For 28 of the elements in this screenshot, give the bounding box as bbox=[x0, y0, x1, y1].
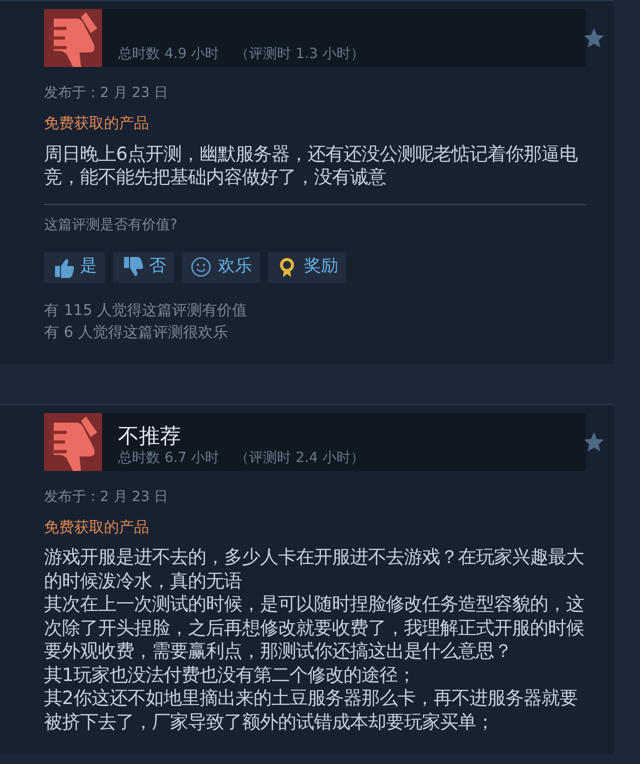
thumbs-down-icon bbox=[44, 412, 102, 470]
free-product-label: 免费获取的产品 bbox=[44, 516, 150, 538]
free-product-label: 免费获取的产品 bbox=[44, 113, 150, 134]
thumbs-up-icon bbox=[52, 256, 74, 278]
funny-button[interactable]: 欢乐 bbox=[182, 252, 260, 282]
review-text: 其2你这还不如地里摘出来的土豆服务器那么卡，再不进服务器就要被挤下去了，厂家导致了额外的试错成本却要玩家买单； bbox=[44, 687, 579, 734]
smiley-icon bbox=[190, 256, 212, 278]
star-icon[interactable] bbox=[582, 26, 606, 50]
thumbs-down-icon bbox=[121, 256, 143, 278]
review-verdict: 不推荐 bbox=[118, 422, 182, 448]
playtime-text: 总时数 4.9 小时 bbox=[118, 45, 220, 63]
playtime-text: 总时数 6.7 小时 bbox=[118, 448, 220, 466]
playtime-at-review-text: （评测时 2.4 小时） bbox=[235, 448, 364, 466]
yes-button[interactable]: 是 bbox=[44, 252, 105, 282]
helpful-prompt: 这篇评测是否有价值? bbox=[44, 216, 178, 234]
playtime-at-review-text: （评测时 1.3 小时） bbox=[235, 45, 364, 63]
thumbs-down-icon bbox=[44, 9, 102, 67]
vote-count-text: 有 115 人觉得这篇评测有价值 bbox=[44, 300, 248, 320]
review-text: 其1玩家也没法付费也没有第二个修改的途径； bbox=[44, 664, 417, 687]
review-text: 周日晚上6点开测，幽默服务器，还有还没公测呢老惦记着你那逼电竞，能不能先把基础内容做好了，没有诚意 bbox=[44, 142, 579, 190]
review-text: 其次在上一次测试的时候，是可以随时捏脸修改任务造型容貌的，这次除了开头捏脸，之后再想修改就要收费了，我理解正式开服的时候要外观收费，需要赢利点，那测试你还搞这出是什么意思？ bbox=[44, 593, 585, 664]
posted-date: 发布于：2 月 23 日 bbox=[44, 84, 170, 103]
award-button[interactable]: 奖励 bbox=[268, 252, 346, 282]
posted-date: 发布于：2 月 23 日 bbox=[44, 488, 170, 506]
vote-count-text: 有 6 人觉得这篇评测很欢乐 bbox=[44, 322, 230, 343]
no-button[interactable]: 否 bbox=[113, 252, 174, 282]
star-icon[interactable] bbox=[582, 430, 606, 454]
review-text: 游戏开服是进不去的，多少人卡在开服进不去游戏？在玩家兴趣最大的时候泼冷水，真的无语 bbox=[44, 546, 585, 593]
